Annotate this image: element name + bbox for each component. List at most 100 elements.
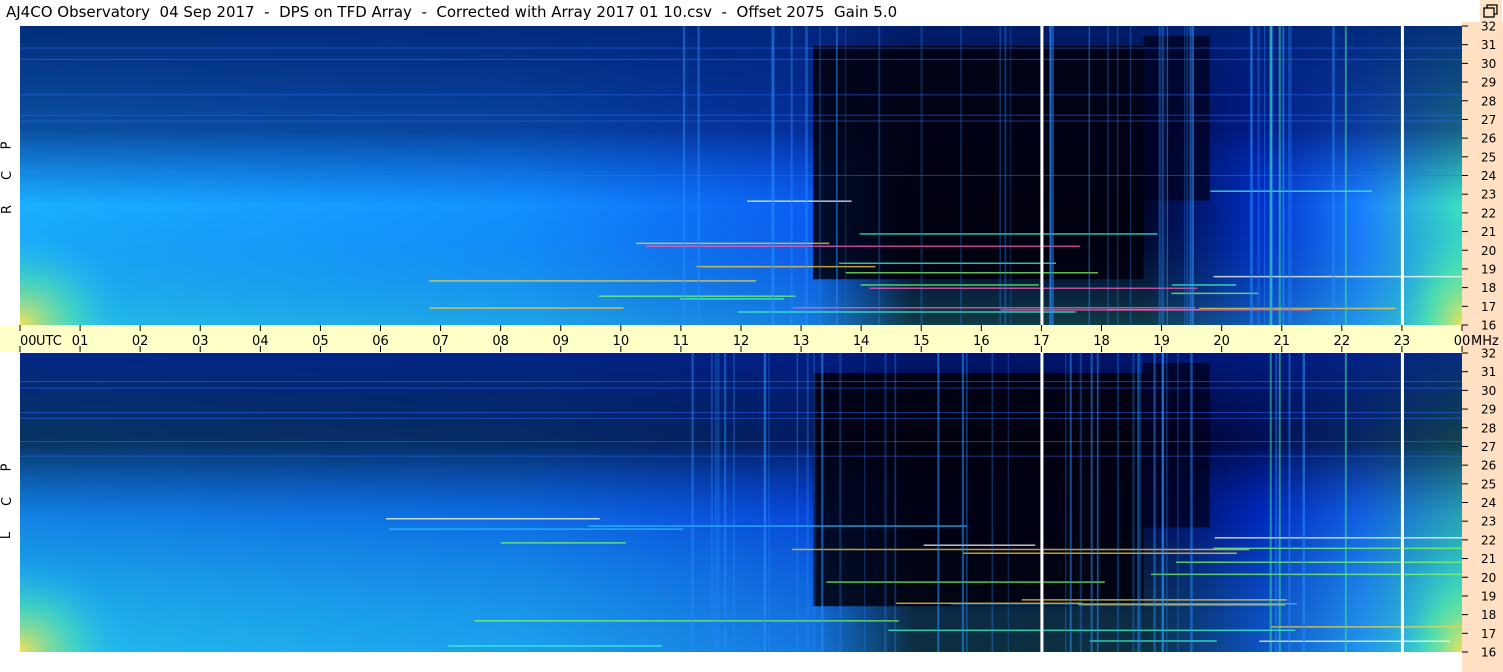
rcp-freq-tick-label: 23 bbox=[1481, 188, 1496, 202]
rcp-vertical-streak bbox=[920, 26, 923, 325]
rcp-freq-tick-label: 31 bbox=[1481, 38, 1496, 52]
lcp-interference-line bbox=[923, 544, 1036, 546]
rcp-vertical-streak bbox=[1161, 26, 1165, 325]
rcp-interference-line bbox=[839, 262, 1057, 265]
rcp-vertical-streak bbox=[1290, 26, 1292, 325]
rcp-interference-line bbox=[679, 298, 785, 300]
rcp-interference-line bbox=[845, 272, 1098, 274]
rcp-freq-tick-label: 25 bbox=[1481, 150, 1496, 164]
rcp-vertical-streak bbox=[1088, 26, 1090, 325]
rcp-bright-streak bbox=[1344, 26, 1347, 325]
lcp-vertical-streak bbox=[1065, 353, 1067, 652]
lcp-band-line bbox=[20, 441, 1462, 443]
lcp-corner-glow-left bbox=[20, 557, 130, 652]
rcp-freq-tick-label: 21 bbox=[1481, 225, 1496, 239]
lcp-vertical-streak bbox=[806, 353, 809, 652]
rcp-interference-line bbox=[646, 245, 1080, 248]
rcp-interference-line bbox=[869, 287, 1198, 290]
lcp-interference-line bbox=[448, 645, 662, 647]
lcp-vertical-streak bbox=[710, 353, 713, 652]
lcp-vertical-streak bbox=[821, 353, 824, 652]
rcp-band-line bbox=[20, 174, 1462, 176]
lcp-interference-line bbox=[1089, 640, 1217, 642]
lcp-interference-line bbox=[474, 620, 899, 622]
rcp-spectrogram-panel bbox=[20, 26, 1462, 325]
lcp-vertical-streak bbox=[937, 353, 940, 652]
lcp-vertical-streak bbox=[1165, 353, 1168, 652]
lcp-vertical-streak bbox=[763, 353, 767, 652]
lcp-vertical-streak bbox=[768, 353, 770, 652]
mhz-unit-label: MHz bbox=[1471, 334, 1499, 349]
lcp-vertical-streak bbox=[1288, 353, 1291, 652]
rcp-vertical-streak bbox=[1052, 26, 1054, 325]
rcp-interference-line bbox=[860, 284, 1039, 286]
lcp-freq-tick-label: 28 bbox=[1481, 421, 1496, 435]
lcp-vertical-streak bbox=[1177, 353, 1179, 652]
lcp-interference-line bbox=[791, 548, 1250, 551]
lcp-vertical-streak bbox=[691, 353, 694, 652]
lcp-vertical-streak bbox=[991, 353, 994, 652]
lcp-freq-tick-label: 18 bbox=[1481, 608, 1496, 622]
lcp-vertical-streak bbox=[1007, 353, 1009, 652]
rcp-freq-tick-label: 32 bbox=[1481, 20, 1496, 34]
lcp-band-line bbox=[20, 455, 1462, 457]
lcp-band-line bbox=[20, 381, 1462, 383]
rcp-bright-streak bbox=[1278, 26, 1281, 325]
rcp-vertical-streak bbox=[1166, 26, 1169, 325]
utc-tick-label: 09 bbox=[552, 334, 569, 349]
rcp-vertical-streak bbox=[960, 26, 962, 325]
lcp-vertical-streak bbox=[1096, 353, 1099, 652]
rcp-freq-tick-label: 30 bbox=[1481, 57, 1496, 71]
rcp-vertical-streak bbox=[1049, 26, 1052, 325]
lcp-freq-tick-label: 26 bbox=[1481, 459, 1496, 473]
lcp-vertical-streak bbox=[717, 353, 719, 652]
rcp-vertical-streak bbox=[1159, 26, 1162, 325]
rcp-freq-tick-label: 22 bbox=[1481, 206, 1496, 220]
rcp-interference-line bbox=[1199, 307, 1396, 310]
rcp-freq-tick-label: 19 bbox=[1481, 262, 1496, 276]
utc-tick-label: 17 bbox=[1033, 334, 1050, 349]
lcp-vertical-streak bbox=[864, 353, 866, 652]
lcp-interference-line bbox=[500, 542, 626, 544]
lcp-vertical-streak bbox=[1190, 353, 1193, 652]
lcp-vertical-streak bbox=[1274, 353, 1278, 652]
lcp-band-line bbox=[20, 387, 1462, 389]
lcp-dark-region bbox=[813, 373, 1144, 607]
lcp-marker-line bbox=[1040, 353, 1044, 652]
utc-tick-label: 12 bbox=[733, 334, 750, 349]
rcp-vertical-streak bbox=[1332, 26, 1335, 325]
lcp-band-line bbox=[20, 417, 1462, 419]
lcp-vertical-streak bbox=[1090, 353, 1093, 652]
utc-tick-label: 21 bbox=[1273, 334, 1290, 349]
utc-tick-label: 22 bbox=[1334, 334, 1351, 349]
rcp-interference-line bbox=[738, 311, 1076, 313]
lcp-freq-tick-label: 19 bbox=[1481, 589, 1496, 603]
lcp-spectrogram-panel bbox=[20, 353, 1462, 652]
lcp-marker-line bbox=[1400, 353, 1404, 652]
lcp-vertical-streak bbox=[1153, 353, 1156, 652]
lcp-bright-streak bbox=[1269, 353, 1272, 652]
lcp-freq-tick-label: 17 bbox=[1481, 627, 1496, 641]
rcp-vertical-streak bbox=[1116, 26, 1119, 325]
rcp-freq-tick-label: 27 bbox=[1481, 113, 1496, 127]
lcp-freq-tick-label: 31 bbox=[1481, 365, 1496, 379]
utc-tick-label: 00 bbox=[20, 334, 37, 349]
rcp-vertical-streak bbox=[819, 26, 821, 325]
rcp-vertical-streak bbox=[1186, 26, 1189, 325]
rcp-freq-tick-label: 18 bbox=[1481, 281, 1496, 295]
rcp-interference-line bbox=[696, 265, 876, 268]
lcp-vertical-streak bbox=[1079, 353, 1082, 652]
lcp-interference-line bbox=[389, 528, 684, 530]
lcp-vertical-streak bbox=[724, 353, 727, 652]
utc-tick-label: 06 bbox=[372, 334, 389, 349]
rcp-marker-line bbox=[1040, 26, 1044, 325]
rcp-interference-line bbox=[747, 200, 852, 202]
utc-tick-label: 19 bbox=[1153, 334, 1170, 349]
lcp-interference-line bbox=[826, 581, 1105, 583]
lcp-band-line bbox=[20, 412, 1462, 414]
rcp-vertical-streak bbox=[878, 26, 881, 325]
rcp-vertical-streak bbox=[1191, 26, 1194, 325]
rcp-band-line bbox=[20, 58, 1462, 60]
rcp-freq-tick-label: 28 bbox=[1481, 94, 1496, 108]
lcp-freq-tick-label: 22 bbox=[1481, 533, 1496, 547]
